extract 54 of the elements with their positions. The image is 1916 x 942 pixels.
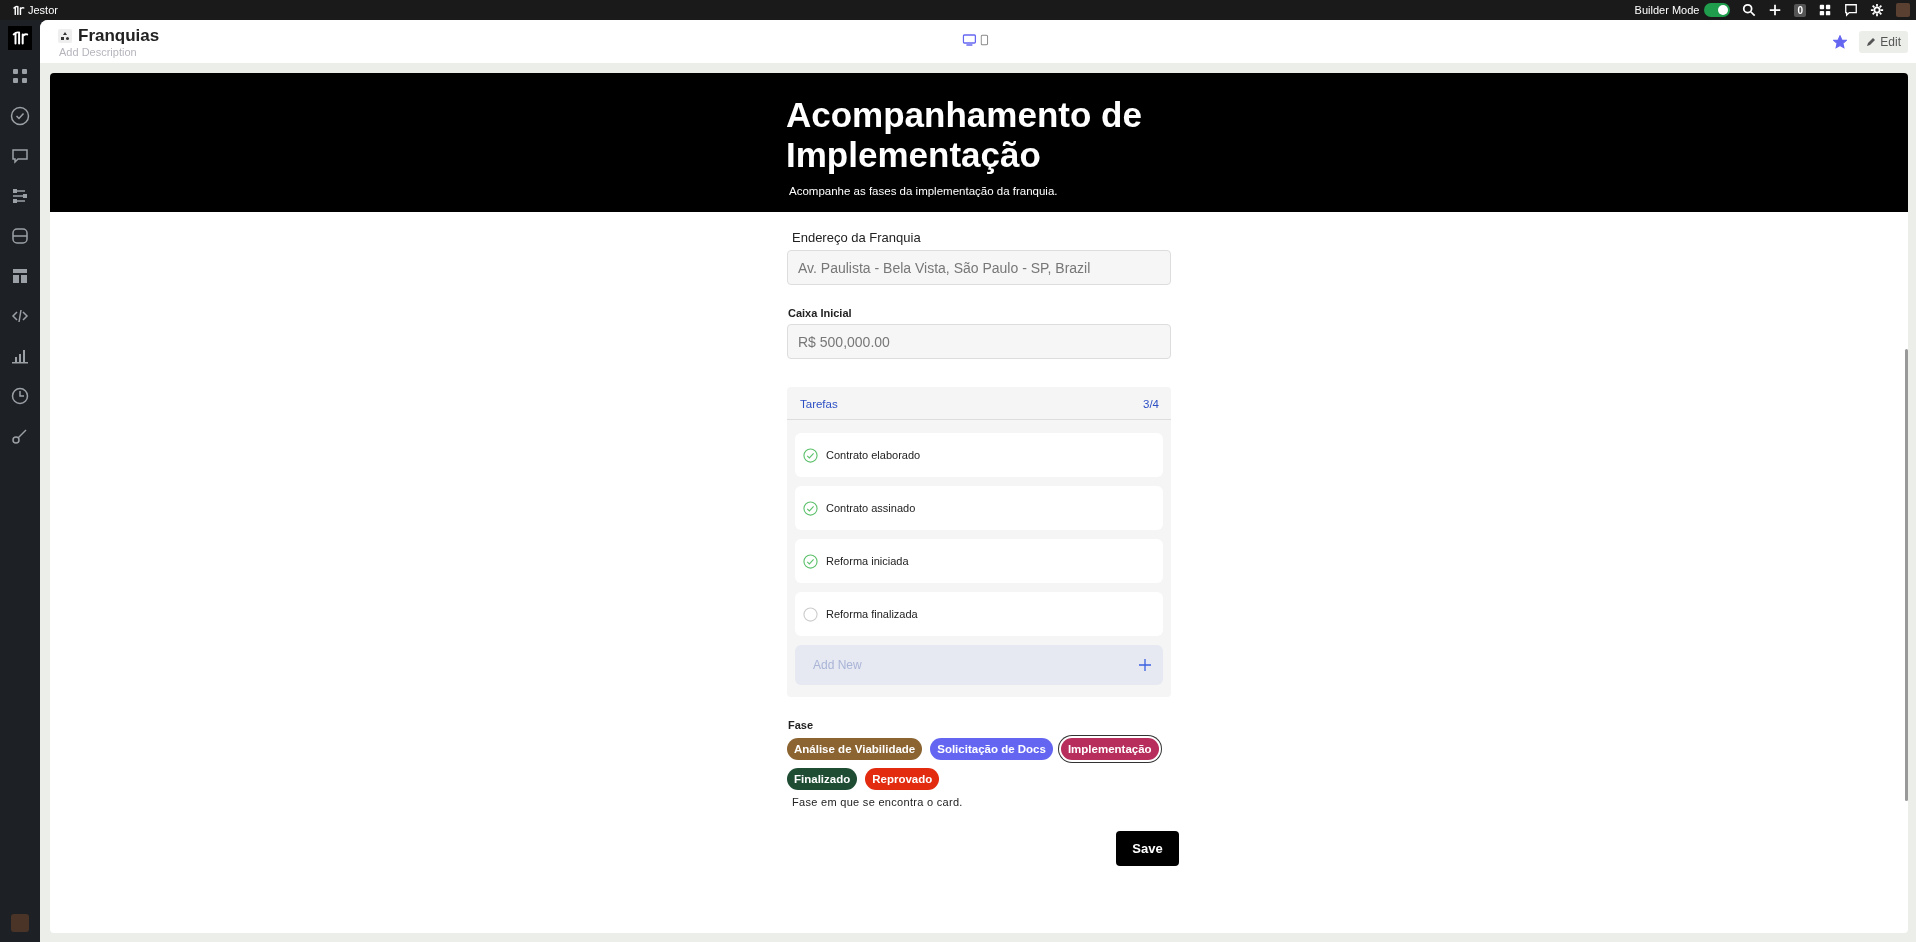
task-count: 3/4 (1143, 398, 1159, 410)
add-task-field[interactable]: Add New (795, 645, 1163, 685)
task-label: Reforma finalizada (826, 608, 918, 620)
currency-field[interactable]: R$ 500,000.00 (787, 324, 1171, 359)
database-icon[interactable] (10, 226, 30, 246)
address-field[interactable]: Av. Paulista - Bela Vista, São Paulo - SP, Brazil (787, 250, 1171, 285)
table-icon (58, 28, 72, 43)
field-label: Endereço da Franquia (792, 230, 922, 245)
key-icon[interactable] (10, 426, 30, 446)
checked-circle-icon[interactable] (803, 447, 818, 463)
field-label: Caixa Inicial (788, 307, 853, 319)
logo-icon (12, 3, 25, 17)
task-item[interactable]: Reforma finalizada (795, 592, 1163, 636)
workflow-icon[interactable] (10, 186, 30, 206)
task-list-title: Tarefas (800, 398, 838, 410)
builder-mode-label: Builder Mode (1634, 4, 1700, 16)
search-icon[interactable] (1742, 3, 1757, 17)
checked-circle-icon[interactable] (803, 553, 818, 569)
phase-option[interactable]: Implementação (1060, 738, 1159, 760)
task-item[interactable]: Contrato assinado (795, 486, 1163, 530)
save-button[interactable]: Save (1116, 831, 1179, 866)
field-label: Fase (788, 719, 815, 731)
task-label: Reforma iniciada (826, 555, 909, 567)
page-title: Franquias (78, 25, 160, 46)
clock-icon[interactable] (10, 386, 30, 406)
app-logo[interactable] (8, 26, 32, 50)
chat-icon[interactable] (1844, 3, 1858, 17)
favorite-star-icon[interactable] (1833, 34, 1848, 49)
field-help-text: Fase em que se encontra o card. (792, 796, 964, 808)
chat-icon[interactable] (10, 146, 30, 166)
builder-mode-toggle[interactable] (1704, 3, 1731, 17)
edit-button[interactable]: Edit (1859, 30, 1908, 53)
grid-icon[interactable] (1818, 3, 1832, 17)
form-title: Acompanhamento de Implementação (786, 95, 1143, 175)
app-name: Jestor (28, 4, 58, 16)
phase-option[interactable]: Análise de Viabilidade (787, 738, 923, 760)
task-item[interactable]: Reforma iniciada (795, 539, 1163, 583)
check-circle-icon[interactable] (10, 106, 30, 126)
task-label: Contrato elaborado (826, 449, 921, 461)
phase-option[interactable]: Reprovado (865, 768, 940, 790)
phase-option[interactable]: Solicitação de Docs (930, 738, 1053, 760)
scrollbar[interactable] (1905, 349, 1908, 801)
desktop-view-icon[interactable] (962, 34, 977, 46)
task-label: Contrato assinado (826, 502, 916, 514)
task-item[interactable]: Contrato elaborado (795, 433, 1163, 477)
notification-count[interactable]: 0 (1794, 3, 1806, 17)
layout-icon[interactable] (10, 266, 30, 286)
pencil-icon (1866, 36, 1877, 47)
form-subtitle: Acompanhe as fases da implementação da franquia. (789, 185, 1059, 197)
checked-circle-icon[interactable] (803, 500, 818, 516)
settings-icon[interactable] (1870, 3, 1884, 17)
apps-icon[interactable] (10, 66, 30, 86)
phase-option[interactable]: Finalizado (787, 768, 858, 790)
mobile-view-icon[interactable] (980, 34, 989, 46)
